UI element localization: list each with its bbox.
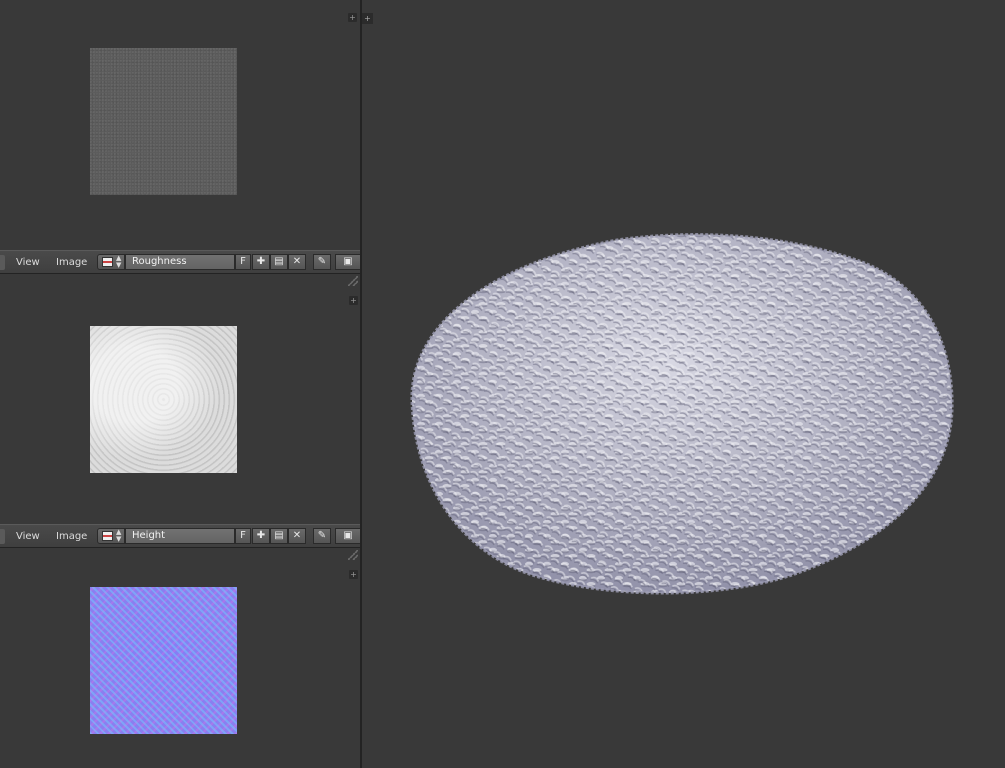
folder-icon: ▤ — [274, 256, 284, 267]
chevron-updown-icon: ▲ ▼ — [116, 254, 122, 269]
image-name-field[interactable]: Height — [125, 528, 235, 544]
pin-icon: ✎ — [317, 530, 327, 541]
blender-window: View Image ▲ ▼ Roughness F ✚ ▤ ✕ ✎ ▣ + Vi… — [0, 0, 1005, 768]
plus-icon: ✚ — [256, 530, 266, 541]
close-icon: ✕ — [292, 256, 302, 267]
close-icon: ✕ — [292, 530, 302, 541]
pin-button[interactable]: ✎ — [313, 254, 331, 270]
image-editor-header-1: View Image ▲ ▼ Roughness F ✚ ▤ ✕ ✎ ▣ — [0, 250, 360, 274]
browse-image-button[interactable]: ▲ ▼ — [97, 528, 125, 544]
3d-viewport[interactable]: + — [362, 0, 1005, 768]
image-editor-header-2: View Image ▲ ▼ Height F ✚ ▤ ✕ ✎ ▣ — [0, 524, 360, 548]
unlink-image-button[interactable]: ✕ — [288, 254, 306, 270]
browse-image-button-2[interactable]: ▣ — [335, 528, 360, 544]
normal-map-preview — [90, 587, 237, 734]
area-expand-icon[interactable]: + — [349, 296, 358, 305]
image-name-field[interactable]: Roughness — [125, 254, 235, 270]
menu-image[interactable]: Image — [56, 256, 87, 270]
fake-user-button[interactable]: F — [235, 528, 251, 544]
browse-image-button-2[interactable]: ▣ — [335, 254, 360, 270]
plus-icon: ✚ — [256, 256, 266, 267]
roughness-texture-preview — [90, 48, 237, 195]
new-image-button[interactable]: ✚ — [252, 254, 270, 270]
image-editor-column: View Image ▲ ▼ Roughness F ✚ ▤ ✕ ✎ ▣ + Vi… — [0, 0, 360, 768]
browse-image-button[interactable]: ▲ ▼ — [97, 254, 125, 270]
area-expand-icon[interactable]: + — [349, 570, 358, 579]
area-split-corner[interactable] — [348, 276, 358, 286]
area-split-corner[interactable] — [348, 550, 358, 560]
area-expand-icon[interactable]: + — [348, 13, 357, 22]
menu-view[interactable]: View — [16, 256, 40, 270]
image-icon — [102, 257, 113, 267]
image-icon: ▣ — [343, 256, 353, 267]
image-editor-area-normal[interactable]: + — [0, 548, 360, 768]
displaced-sphere-render — [410, 233, 954, 595]
fake-user-button[interactable]: F — [235, 254, 251, 270]
pin-icon: ✎ — [317, 256, 327, 267]
menu-view[interactable]: View — [16, 530, 40, 544]
unlink-image-button[interactable]: ✕ — [288, 528, 306, 544]
image-icon — [102, 531, 113, 541]
chevron-updown-icon: ▲ ▼ — [116, 528, 122, 543]
editor-type-button[interactable] — [0, 529, 5, 544]
image-editor-area-height[interactable]: + — [0, 274, 360, 524]
image-editor-area-roughness[interactable] — [0, 0, 360, 250]
sphere-surface — [411, 234, 953, 594]
image-icon: ▣ — [343, 530, 353, 541]
pin-button[interactable]: ✎ — [313, 528, 331, 544]
folder-icon: ▤ — [274, 530, 284, 541]
new-image-button[interactable]: ✚ — [252, 528, 270, 544]
height-texture-preview — [90, 326, 237, 473]
open-image-button[interactable]: ▤ — [270, 528, 288, 544]
editor-type-button[interactable] — [0, 255, 5, 270]
menu-image[interactable]: Image — [56, 530, 87, 544]
open-image-button[interactable]: ▤ — [270, 254, 288, 270]
